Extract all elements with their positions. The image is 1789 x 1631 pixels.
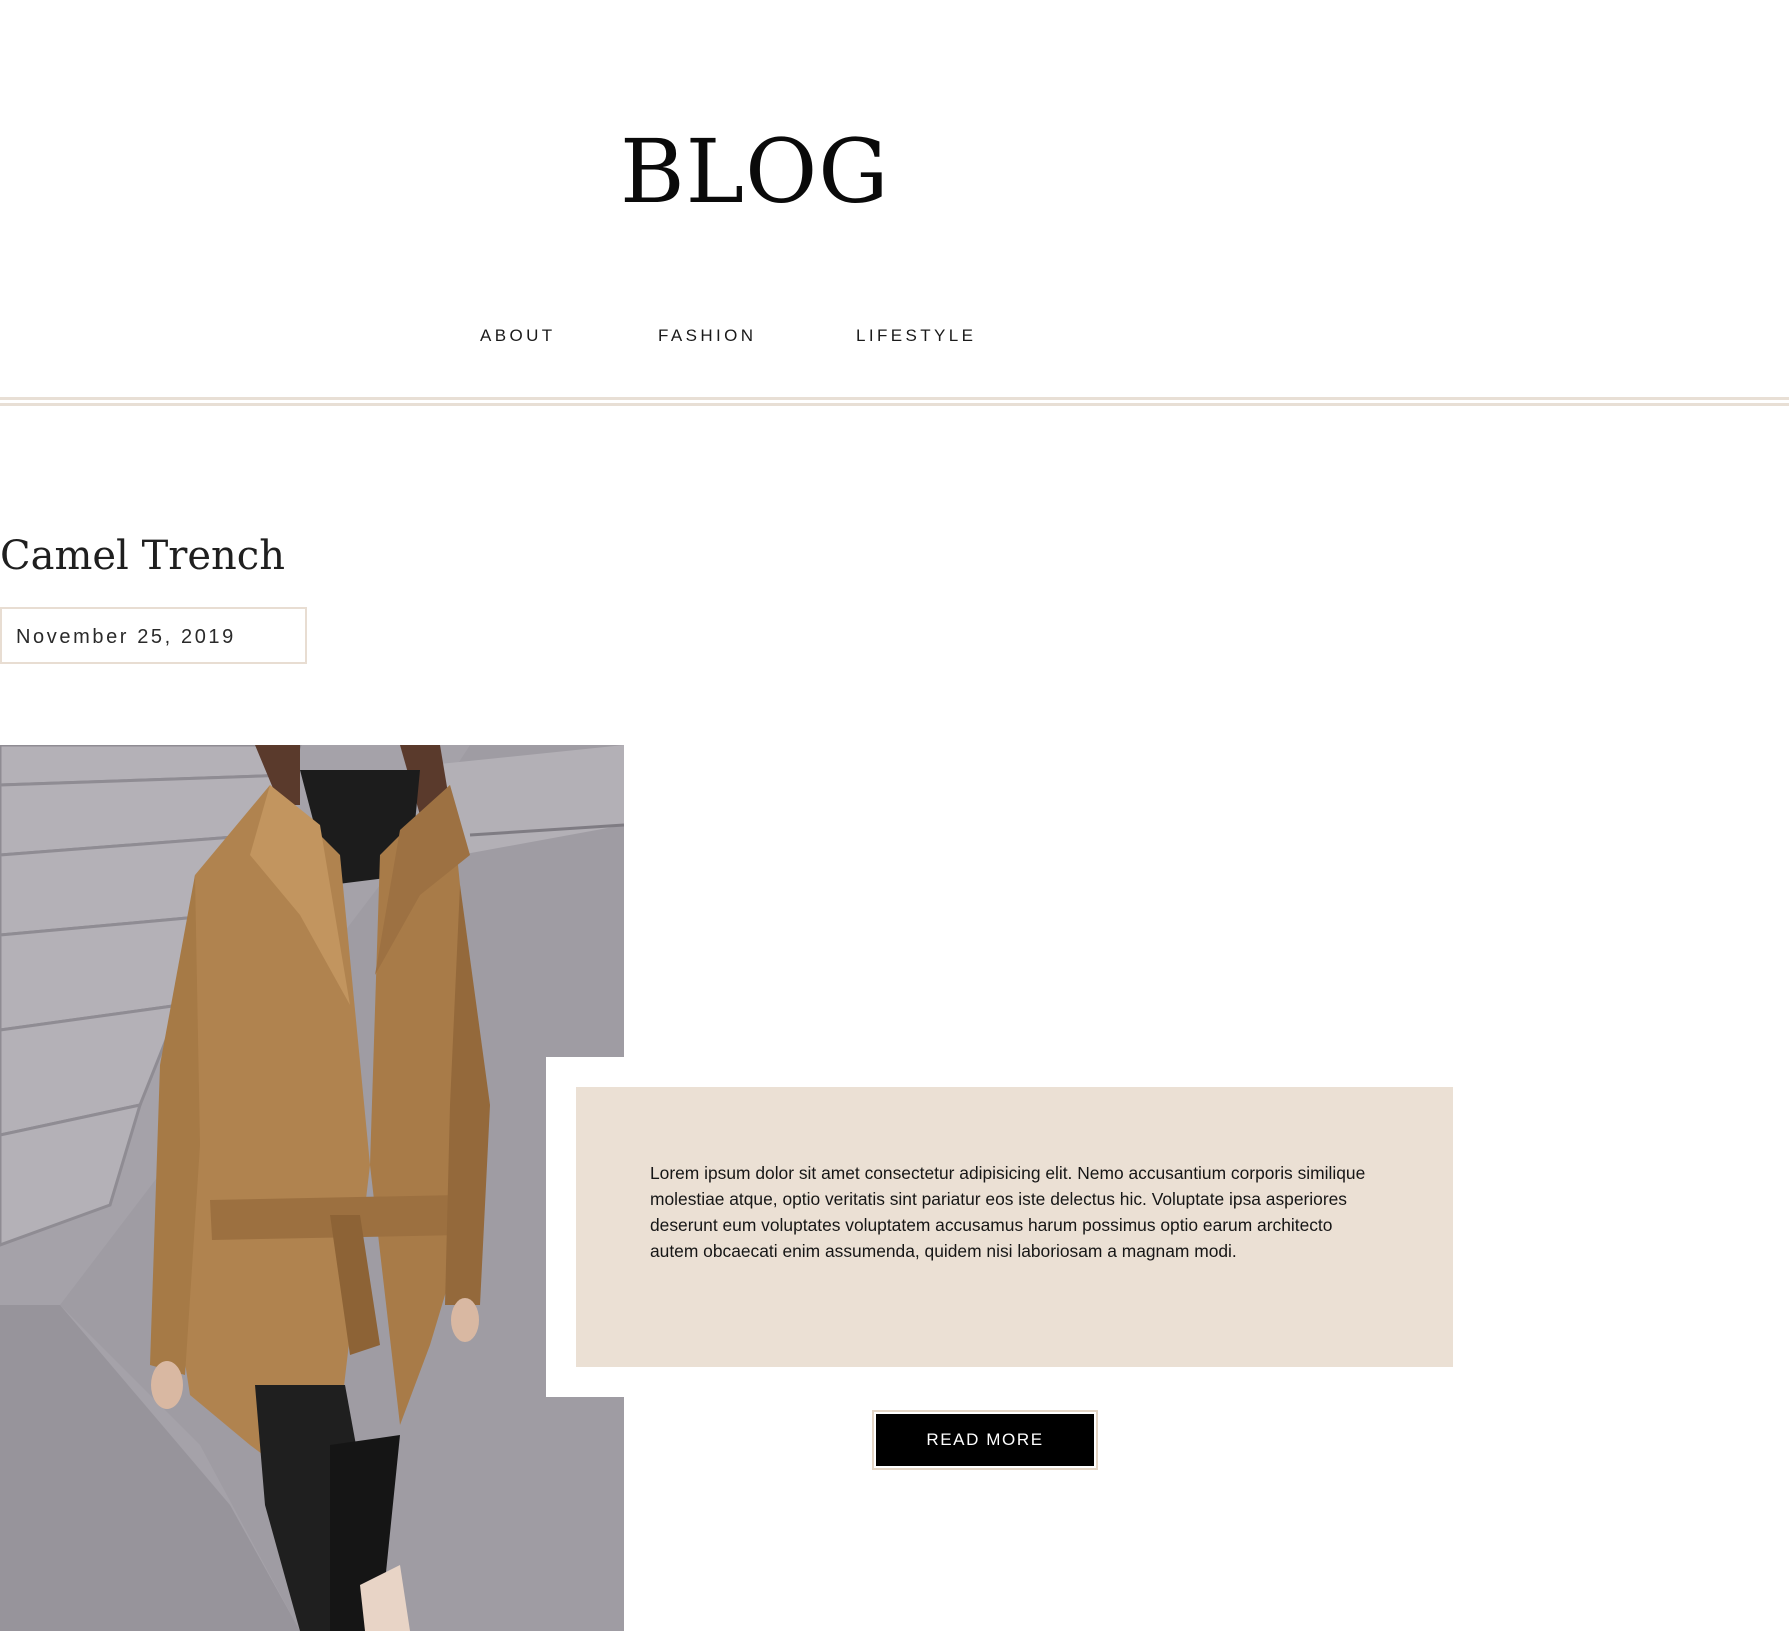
nav-item-fashion[interactable]: FASHION <box>658 324 756 348</box>
nav-item-about[interactable]: ABOUT <box>480 324 556 348</box>
site-title[interactable]: BLOG <box>620 112 890 232</box>
post-date: November 25, 2019 <box>16 626 236 648</box>
read-more-button[interactable]: READ MORE <box>872 1410 1098 1470</box>
post-date-box: November 25, 2019 <box>0 607 307 664</box>
post-excerpt-card: Lorem ipsum dolor sit amet consectetur a… <box>576 1087 1453 1367</box>
post-excerpt: Lorem ipsum dolor sit amet consectetur a… <box>650 1163 1366 1261</box>
trench-coat-photo-illustration <box>0 745 624 1631</box>
read-more-label: READ MORE <box>876 1414 1094 1466</box>
nav-item-lifestyle[interactable]: LIFESTYLE <box>856 324 976 348</box>
main-nav: ABOUT FASHION LIFESTYLE <box>0 324 1789 354</box>
post-title[interactable]: Camel Trench <box>0 526 285 586</box>
post-featured-image[interactable] <box>0 745 624 1631</box>
header-divider-bottom <box>0 403 1789 406</box>
header-divider-top <box>0 397 1789 400</box>
